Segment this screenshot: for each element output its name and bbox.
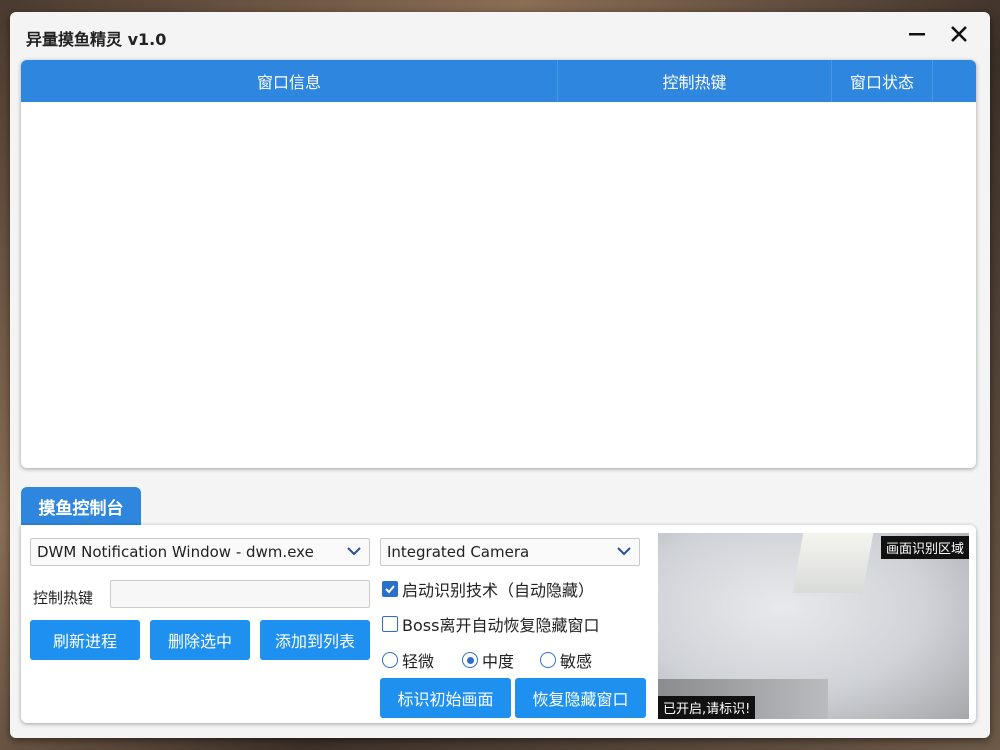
hotkey-input[interactable] (110, 580, 370, 608)
radio-sensitive-label: 敏感 (560, 652, 593, 671)
radio-unselected-icon (382, 652, 398, 668)
radio-sensitivity-medium[interactable]: 中度 (462, 648, 514, 672)
radio-light-label: 轻微 (402, 652, 435, 671)
chevron-down-icon (347, 547, 361, 556)
radio-selected-icon (462, 652, 478, 668)
recognition-checkbox[interactable]: 启动识别技术（自动隐藏） (382, 577, 594, 601)
camera-preview: 画面识别区域 已开启,请标识! (658, 533, 969, 719)
recognition-checkbox-label: 启动识别技术（自动隐藏） (402, 581, 595, 600)
radio-sensitivity-light[interactable]: 轻微 (382, 648, 434, 672)
recognition-region-label: 画面识别区域 (880, 536, 969, 559)
process-select[interactable]: DWM Notification Window - dwm.exe (30, 538, 370, 566)
restore-hidden-window-button[interactable]: 恢复隐藏窗口 (515, 678, 646, 718)
checkbox-unchecked-icon (382, 616, 398, 632)
radio-unselected-icon (540, 652, 556, 668)
control-panel: DWM Notification Window - dwm.exe Integr… (21, 525, 976, 723)
boss-restore-checkbox[interactable]: Boss离开自动恢复隐藏窗口 (382, 612, 599, 636)
camera-status-label: 已开启,请标识! (658, 696, 756, 719)
process-select-value: DWM Notification Window - dwm.exe (37, 543, 314, 561)
window-title: 异量摸鱼精灵 v1.0 (26, 30, 167, 49)
hotkey-label: 控制热键 (33, 589, 94, 607)
add-to-list-button[interactable]: 添加到列表 (260, 620, 370, 660)
minimize-button[interactable] (902, 20, 932, 48)
camera-select[interactable]: Integrated Camera (380, 538, 640, 566)
radio-sensitivity-sensitive[interactable]: 敏感 (540, 648, 592, 672)
checkbox-checked-icon (382, 581, 398, 597)
column-header-hotkey[interactable]: 控制热键 (558, 60, 832, 102)
radio-medium-label: 中度 (482, 652, 515, 671)
camera-select-value: Integrated Camera (387, 543, 530, 561)
mark-initial-frame-button[interactable]: 标识初始画面 (380, 678, 511, 718)
camera-scene-light (792, 533, 874, 593)
tab-control-panel[interactable]: 摸鱼控制台 (21, 487, 141, 525)
close-button[interactable] (944, 20, 974, 48)
window-list-table[interactable]: 窗口信息 控制热键 窗口状态 (21, 60, 976, 468)
table-header: 窗口信息 控制热键 窗口状态 (21, 60, 976, 102)
boss-restore-checkbox-label: Boss离开自动恢复隐藏窗口 (402, 616, 600, 635)
refresh-process-button[interactable]: 刷新进程 (30, 620, 140, 660)
column-header-window-info[interactable]: 窗口信息 (21, 60, 558, 102)
close-icon (951, 26, 967, 42)
minimize-icon (909, 33, 925, 36)
column-header-status[interactable]: 窗口状态 (832, 60, 933, 102)
app-window: 异量摸鱼精灵 v1.0 窗口信息 控制热键 窗口状态 摸鱼控制台 DWM Not… (10, 12, 990, 738)
delete-selected-button[interactable]: 删除选中 (150, 620, 250, 660)
chevron-down-icon (617, 547, 631, 556)
